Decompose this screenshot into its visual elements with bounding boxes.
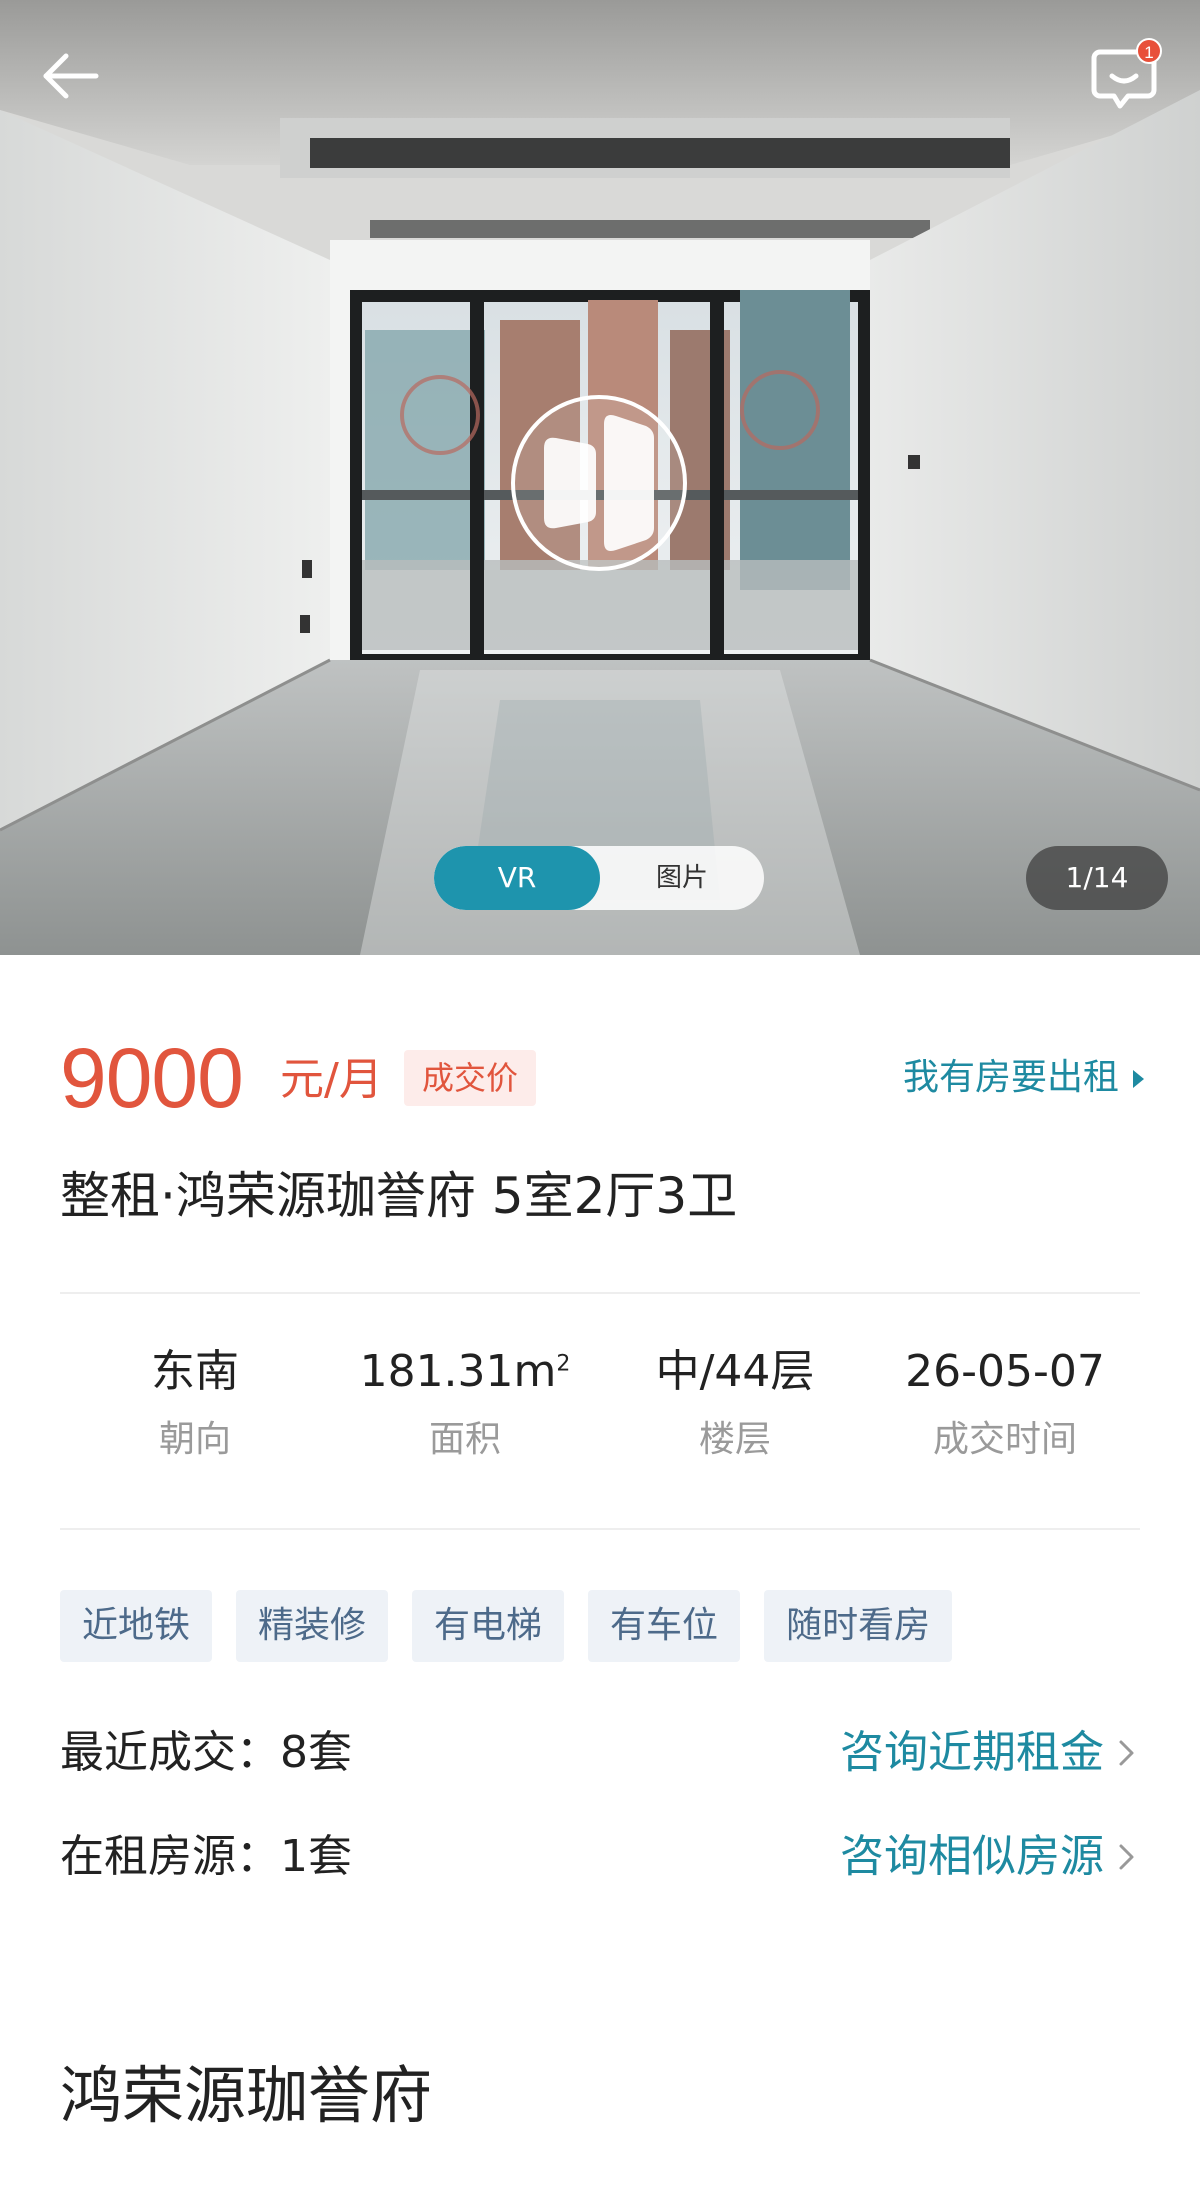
price-value: 9000 — [60, 1031, 244, 1125]
price-unit: 元/月 — [280, 1054, 383, 1105]
fact-label: 面积 — [428, 1419, 501, 1460]
divider — [60, 1292, 1140, 1294]
key-facts: 东南 朝向 181.31m2 面积 中/44层 楼层 26-05-07 成交时间 — [60, 1340, 1140, 1480]
fact-label: 成交时间 — [932, 1419, 1077, 1460]
fact-floor: 中/44层 楼层 — [600, 1340, 870, 1480]
chevron-right-icon[interactable] — [1112, 1739, 1140, 1767]
feature-tag: 精装修 — [236, 1590, 389, 1662]
fact-value: 26-05-07 — [905, 1346, 1105, 1397]
fact-label: 楼层 — [698, 1419, 771, 1460]
listing-title: 整租·鸿荣源珈誉府 5室2厅3卫 — [60, 1167, 738, 1225]
fact-area: 181.31m2 面积 — [330, 1340, 600, 1480]
consult-similar-link[interactable]: 咨询相似房源 — [840, 1822, 1104, 1892]
for-rent-row: 在租房源：1套 咨询相似房源 — [60, 1822, 1140, 1892]
divider — [60, 1528, 1140, 1530]
fact-value: 中/44层 — [655, 1346, 815, 1397]
area-number: 181.31m — [359, 1346, 557, 1397]
rent-out-link[interactable]: 我有房要出租 — [903, 1050, 1144, 1106]
message-badge: 1 — [1136, 38, 1162, 64]
arrow-left-icon[interactable] — [34, 40, 106, 112]
community-name: 鸿荣源珈誉府 — [60, 2059, 433, 2132]
fact-orientation: 东南 朝向 — [60, 1340, 330, 1480]
area-superscript: 2 — [556, 1351, 571, 1377]
feature-tag: 近地铁 — [60, 1590, 213, 1662]
fact-deal-date: 26-05-07 成交时间 — [870, 1340, 1140, 1480]
feature-tag: 有电梯 — [412, 1590, 565, 1662]
fact-value: 181.31m2 — [330, 1340, 600, 1404]
fact-label: 朝向 — [158, 1419, 231, 1460]
recent-deals-label: 最近成交：8套 — [60, 1727, 352, 1778]
consult-rent-link[interactable]: 咨询近期租金 — [840, 1718, 1104, 1788]
tab-photos[interactable]: 图片 — [600, 846, 764, 910]
photo-counter: 1/14 — [1026, 846, 1168, 910]
rent-out-link-label: 我有房要出租 — [902, 1057, 1119, 1098]
gallery-mode-switch: VR 图片 — [434, 846, 764, 910]
triangle-right-icon — [1133, 1070, 1144, 1088]
feature-tag: 有车位 — [588, 1590, 741, 1662]
vr-play-icon[interactable] — [508, 392, 690, 574]
listing-photo[interactable]: 1 VR 图片 1/14 — [0, 0, 1200, 955]
tab-vr[interactable]: VR — [434, 846, 600, 910]
for-rent-label: 在租房源：1套 — [60, 1831, 352, 1882]
recent-deals-row: 最近成交：8套 咨询近期租金 — [60, 1718, 1140, 1788]
feature-tags: 近地铁 精装修 有电梯 有车位 随时看房 — [60, 1590, 976, 1662]
fact-value: 东南 — [151, 1346, 239, 1397]
chevron-right-icon[interactable] — [1112, 1843, 1140, 1871]
deal-price-tag: 成交价 — [404, 1050, 537, 1106]
feature-tag: 随时看房 — [764, 1590, 953, 1662]
